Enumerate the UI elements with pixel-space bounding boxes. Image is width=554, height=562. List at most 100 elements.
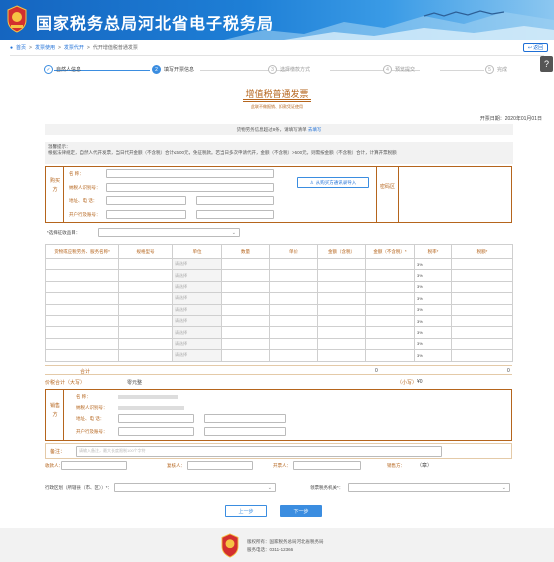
payee-input[interactable] — [61, 461, 127, 470]
unit-select[interactable]: 请选择 — [172, 257, 222, 271]
goods-cell[interactable] — [221, 337, 270, 351]
help-icon[interactable]: ? — [540, 56, 553, 72]
unit-select[interactable]: 请选择 — [172, 303, 222, 316]
goods-cell[interactable] — [317, 349, 366, 362]
goods-cell[interactable] — [221, 292, 270, 305]
goods-cell[interactable] — [365, 303, 415, 316]
buyer-name-input[interactable] — [106, 169, 274, 178]
reviewer-input[interactable] — [187, 461, 253, 470]
next-step-button[interactable]: 下一步 — [280, 505, 322, 517]
goods-cell[interactable] — [451, 349, 513, 362]
goods-cell[interactable] — [451, 292, 513, 305]
goods-cell[interactable] — [45, 257, 119, 271]
goods-cell[interactable] — [365, 257, 415, 271]
goods-cell[interactable] — [45, 326, 119, 339]
table-row: 请选择 3% — [45, 280, 513, 294]
buyer-bank-input[interactable] — [106, 210, 186, 219]
goods-cell[interactable] — [365, 326, 415, 339]
unit-select[interactable]: 请选择 — [172, 314, 222, 328]
goods-cell[interactable] — [118, 280, 173, 294]
goods-cell[interactable] — [269, 269, 318, 282]
breadcrumb-invoice-agent[interactable]: 发票代开 — [64, 44, 84, 51]
goods-cell[interactable] — [317, 337, 366, 351]
back-button[interactable]: ↩ 返回 — [523, 43, 548, 52]
import-buyer-button[interactable]: ♙ 从购买方通讯录导入 — [297, 177, 369, 188]
goods-cell[interactable] — [317, 292, 366, 305]
goods-cell[interactable] — [221, 257, 270, 271]
goods-cell[interactable] — [221, 326, 270, 339]
goods-cell[interactable] — [45, 314, 119, 328]
goods-cell[interactable] — [451, 337, 513, 351]
goods-cell[interactable] — [451, 303, 513, 316]
fill-list-link[interactable]: 去填写 — [308, 127, 322, 132]
goods-cell[interactable] — [45, 280, 119, 294]
goods-cell[interactable] — [365, 337, 415, 351]
unit-select[interactable]: 请选择 — [172, 326, 222, 339]
goods-cell[interactable] — [45, 337, 119, 351]
goods-cell[interactable] — [451, 280, 513, 294]
goods-cell[interactable] — [317, 269, 366, 282]
buyer-account-input[interactable] — [196, 210, 274, 219]
prev-step-button[interactable]: 上一步 — [225, 505, 267, 517]
goods-cell[interactable] — [365, 349, 415, 362]
buyer-address-input[interactable] — [106, 196, 186, 205]
goods-cell[interactable] — [269, 349, 318, 362]
buyer-phone-input[interactable] — [196, 196, 274, 205]
breadcrumb-invoice-use[interactable]: 发票使用 — [35, 44, 55, 51]
goods-cell[interactable] — [269, 314, 318, 328]
goods-cell[interactable] — [269, 337, 318, 351]
region-select[interactable]: ⌄ — [114, 483, 276, 492]
seller-account-input[interactable] — [204, 427, 286, 436]
goods-cell[interactable] — [269, 303, 318, 316]
goods-cell[interactable] — [269, 292, 318, 305]
goods-cell[interactable] — [269, 257, 318, 271]
goods-cell[interactable] — [451, 314, 513, 328]
goods-cell[interactable] — [365, 269, 415, 282]
goods-cell[interactable] — [221, 269, 270, 282]
goods-table: 货物或应税劳务、服务名称* 规格型号 单位 数量 单价 金额（含税） 金额（不含税）* 税率*… — [45, 244, 513, 362]
goods-cell[interactable] — [221, 280, 270, 294]
goods-cell[interactable] — [45, 269, 119, 282]
goods-cell[interactable] — [317, 314, 366, 328]
tax-office-select[interactable]: ⌄ — [348, 483, 510, 492]
goods-cell[interactable] — [118, 326, 173, 339]
goods-cell[interactable] — [45, 292, 119, 305]
goods-cell[interactable] — [317, 326, 366, 339]
levy-item-select[interactable]: ⌄ — [98, 228, 240, 237]
goods-cell[interactable] — [451, 269, 513, 282]
goods-cell[interactable] — [317, 280, 366, 294]
goods-cell[interactable] — [317, 257, 366, 271]
goods-cell[interactable] — [317, 303, 366, 316]
unit-select[interactable]: 请选择 — [172, 349, 222, 362]
buyer-taxid-input[interactable] — [106, 183, 274, 192]
seller-bank-input[interactable] — [118, 427, 194, 436]
goods-cell[interactable] — [118, 314, 173, 328]
goods-cell[interactable] — [118, 349, 173, 362]
goods-cell[interactable] — [118, 303, 173, 316]
goods-cell[interactable] — [118, 269, 173, 282]
breadcrumb-home[interactable]: 首页 — [16, 44, 26, 51]
remark-input[interactable]: 请输入备注，最大长度限制100个字符 — [76, 446, 442, 457]
goods-cell[interactable] — [45, 349, 119, 362]
goods-cell[interactable] — [45, 303, 119, 316]
seller-phone-input[interactable] — [204, 414, 286, 423]
goods-cell[interactable] — [118, 292, 173, 305]
unit-select[interactable]: 请选择 — [172, 292, 222, 305]
goods-cell[interactable] — [269, 326, 318, 339]
goods-cell[interactable] — [365, 280, 415, 294]
unit-select[interactable]: 请选择 — [172, 269, 222, 282]
goods-cell[interactable] — [451, 257, 513, 271]
goods-cell[interactable] — [221, 314, 270, 328]
goods-cell[interactable] — [269, 280, 318, 294]
goods-cell[interactable] — [365, 292, 415, 305]
goods-cell[interactable] — [118, 337, 173, 351]
goods-cell[interactable] — [118, 257, 173, 271]
drawer-input[interactable] — [293, 461, 361, 470]
goods-cell[interactable] — [451, 326, 513, 339]
goods-cell[interactable] — [365, 314, 415, 328]
goods-cell[interactable] — [221, 303, 270, 316]
unit-select[interactable]: 请选择 — [172, 337, 222, 351]
unit-select[interactable]: 请选择 — [172, 280, 222, 294]
seller-address-input[interactable] — [118, 414, 194, 423]
goods-cell[interactable] — [221, 349, 270, 362]
